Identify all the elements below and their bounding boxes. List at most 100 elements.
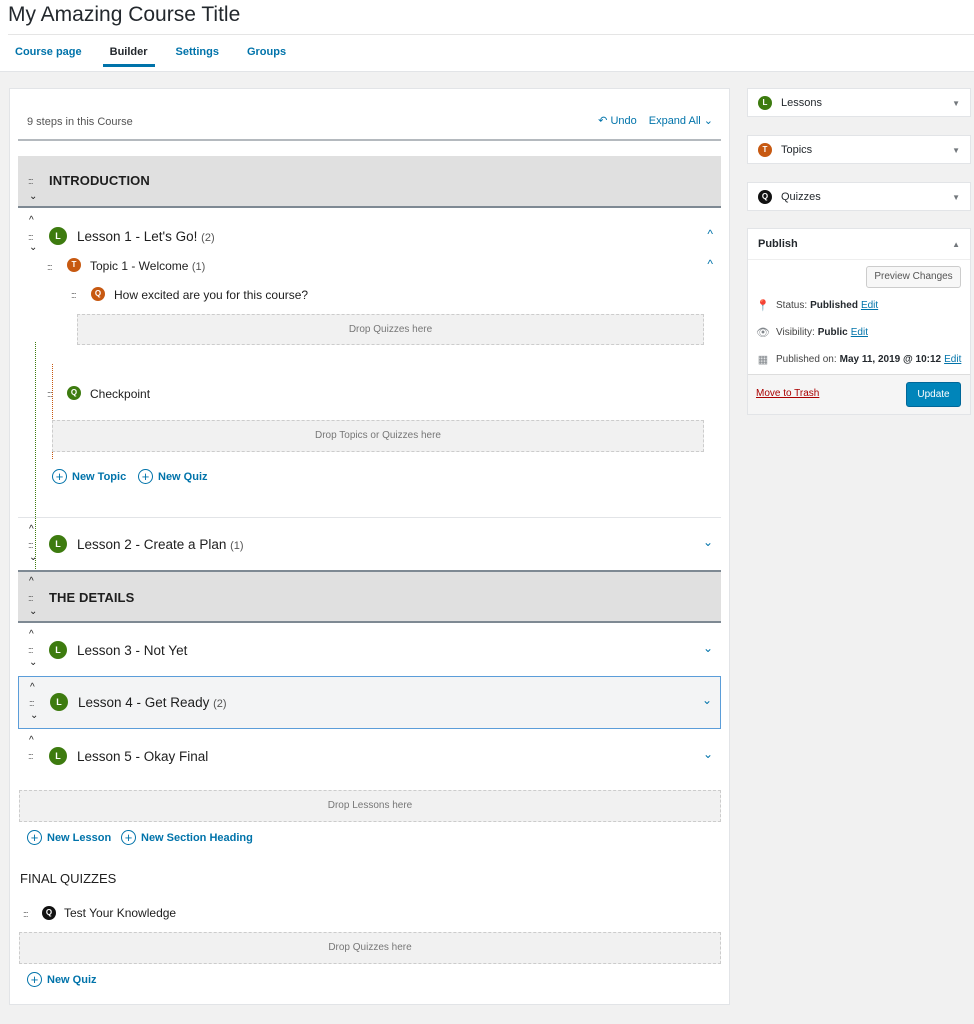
plus-circle-icon: +	[27, 830, 42, 845]
move-up-icon[interactable]: ^	[29, 525, 34, 535]
eye-icon: 👁	[756, 327, 770, 339]
lesson-badge-icon: L	[49, 227, 67, 245]
plus-circle-icon: +	[138, 469, 153, 484]
undo-button[interactable]: ↶ Undo	[598, 114, 637, 127]
quiz-item: ::: Q Checkpoint	[18, 382, 721, 406]
lesson-title[interactable]: Lesson 1 - Let's Go! (2)	[77, 229, 215, 244]
move-up-icon[interactable]: ^	[29, 577, 34, 587]
section-heading[interactable]: ::: INTRODUCTION ⌄	[18, 156, 721, 208]
panel-title: Topics	[781, 144, 813, 156]
chevron-down-icon[interactable]: ⌄	[703, 641, 713, 655]
chevron-down-icon[interactable]: ⌄	[703, 747, 713, 761]
topic-title[interactable]: Topic 1 - Welcome (1)	[90, 259, 205, 273]
chevron-up-icon[interactable]: ^	[707, 227, 713, 241]
quiz-badge-icon: Q	[42, 906, 56, 920]
drag-handle-icon[interactable]: :::	[28, 645, 33, 655]
status-row: 📍 Status: Published Edit	[756, 300, 879, 312]
lessons-panel[interactable]: L Lessons ▼	[747, 88, 971, 117]
lesson-badge-icon: L	[758, 96, 772, 110]
new-quiz-button[interactable]: + New Quiz	[138, 469, 208, 484]
divider	[748, 259, 970, 260]
topic-item: ::: T Topic 1 - Welcome (1) ^	[18, 252, 721, 282]
update-button[interactable]: Update	[906, 382, 961, 407]
top-bar: My Amazing Course Title Course page Buil…	[0, 0, 974, 72]
course-builder: 9 steps in this Course ↶ Undo Expand All…	[9, 88, 730, 1005]
drop-quizzes-zone[interactable]: Drop Quizzes here	[77, 314, 704, 345]
steps-count: 9 steps in this Course	[27, 116, 133, 128]
chevron-down-icon[interactable]: ⌄	[702, 693, 712, 707]
lesson-badge-icon: L	[50, 693, 68, 711]
undo-icon: ↶	[598, 115, 608, 127]
lesson-title[interactable]: Lesson 3 - Not Yet	[77, 643, 187, 658]
divider	[18, 139, 721, 141]
topics-panel[interactable]: T Topics ▼	[747, 135, 971, 164]
tab-settings[interactable]: Settings	[176, 46, 219, 67]
quiz-item: ::: Q How excited are you for this cours…	[18, 281, 721, 307]
tab-groups[interactable]: Groups	[247, 46, 286, 67]
drag-handle-icon[interactable]: :::	[28, 751, 33, 761]
quiz-title[interactable]: Test Your Knowledge	[64, 906, 176, 920]
move-down-icon[interactable]: ⌄	[29, 658, 37, 668]
divider	[8, 34, 974, 35]
move-down-icon[interactable]: ⌄	[29, 607, 37, 617]
drag-handle-icon[interactable]: :::	[23, 909, 28, 919]
section-title: INTRODUCTION	[49, 173, 150, 188]
drag-handle-icon[interactable]: :::	[28, 593, 33, 603]
tab-builder[interactable]: Builder	[102, 46, 155, 67]
lesson-title[interactable]: Lesson 4 - Get Ready (2)	[78, 695, 227, 710]
expand-all-button[interactable]: Expand All ⌄	[649, 114, 713, 127]
drag-handle-icon[interactable]: :::	[47, 389, 52, 399]
visibility-row: 👁 Visibility: Public Edit	[756, 327, 868, 339]
builder-actions: ↶ Undo Expand All ⌄	[598, 114, 713, 127]
quizzes-panel[interactable]: Q Quizzes ▼	[747, 182, 971, 211]
quiz-title[interactable]: Checkpoint	[90, 387, 150, 401]
quiz-item: ::: Q Test Your Knowledge	[10, 901, 721, 925]
pin-icon: 📍	[756, 300, 770, 312]
drop-topics-zone[interactable]: Drop Topics or Quizzes here	[52, 420, 704, 452]
plus-circle-icon: +	[52, 469, 67, 484]
caret-down-icon[interactable]: ▼	[952, 99, 960, 108]
chevron-down-icon[interactable]: ⌄	[703, 535, 713, 549]
page-title: My Amazing Course Title	[8, 3, 241, 26]
new-quiz-button[interactable]: + New Quiz	[27, 972, 97, 987]
new-topic-button[interactable]: + New Topic	[52, 469, 126, 484]
preview-changes-button[interactable]: Preview Changes	[866, 266, 961, 288]
move-up-icon[interactable]: ^	[29, 630, 34, 640]
edit-date-link[interactable]: Edit	[944, 354, 961, 365]
new-lesson-button[interactable]: + New Lesson	[27, 830, 111, 845]
lesson-title[interactable]: Lesson 5 - Okay Final	[77, 749, 208, 764]
quiz-badge-icon: Q	[758, 190, 772, 204]
move-up-icon[interactable]: ^	[30, 683, 35, 693]
new-section-heading-button[interactable]: + New Section Heading	[121, 830, 253, 845]
tab-course-page[interactable]: Course page	[15, 46, 82, 67]
quiz-badge-icon: Q	[91, 287, 105, 301]
drop-quizzes-zone[interactable]: Drop Quizzes here	[19, 932, 721, 964]
chevron-up-icon[interactable]: ^	[707, 257, 713, 271]
drop-lessons-zone[interactable]: Drop Lessons here	[19, 790, 721, 822]
tab-bar: Course page Builder Settings Groups	[15, 46, 314, 67]
edit-visibility-link[interactable]: Edit	[851, 327, 868, 338]
drag-handle-icon[interactable]: :::	[28, 232, 33, 242]
section-heading[interactable]: ^ ::: THE DETAILS ⌄	[18, 570, 721, 623]
lesson-badge-icon: L	[49, 747, 67, 765]
lesson-badge-icon: L	[49, 641, 67, 659]
move-up-icon[interactable]: ^	[29, 216, 34, 226]
lesson-title[interactable]: Lesson 2 - Create a Plan (1)	[77, 537, 244, 552]
caret-down-icon[interactable]: ▼	[952, 193, 960, 202]
move-down-icon[interactable]: ⌄	[30, 711, 38, 721]
drag-handle-icon[interactable]: :::	[71, 290, 76, 300]
edit-status-link[interactable]: Edit	[861, 300, 878, 311]
move-down-icon[interactable]: ⌄	[29, 192, 37, 202]
section-title: THE DETAILS	[49, 590, 135, 605]
drag-handle-icon[interactable]: :::	[28, 540, 33, 550]
move-down-icon[interactable]: ⌄	[29, 553, 37, 563]
drag-handle-icon[interactable]: :::	[47, 262, 52, 272]
quiz-title[interactable]: How excited are you for this course?	[114, 288, 308, 302]
move-up-icon[interactable]: ^	[29, 736, 34, 746]
caret-up-icon[interactable]: ▲	[952, 240, 960, 249]
caret-down-icon[interactable]: ▼	[952, 146, 960, 155]
drag-handle-icon[interactable]: :::	[28, 176, 33, 186]
plus-circle-icon: +	[121, 830, 136, 845]
drag-handle-icon[interactable]: :::	[29, 698, 34, 708]
move-to-trash-link[interactable]: Move to Trash	[756, 388, 819, 399]
